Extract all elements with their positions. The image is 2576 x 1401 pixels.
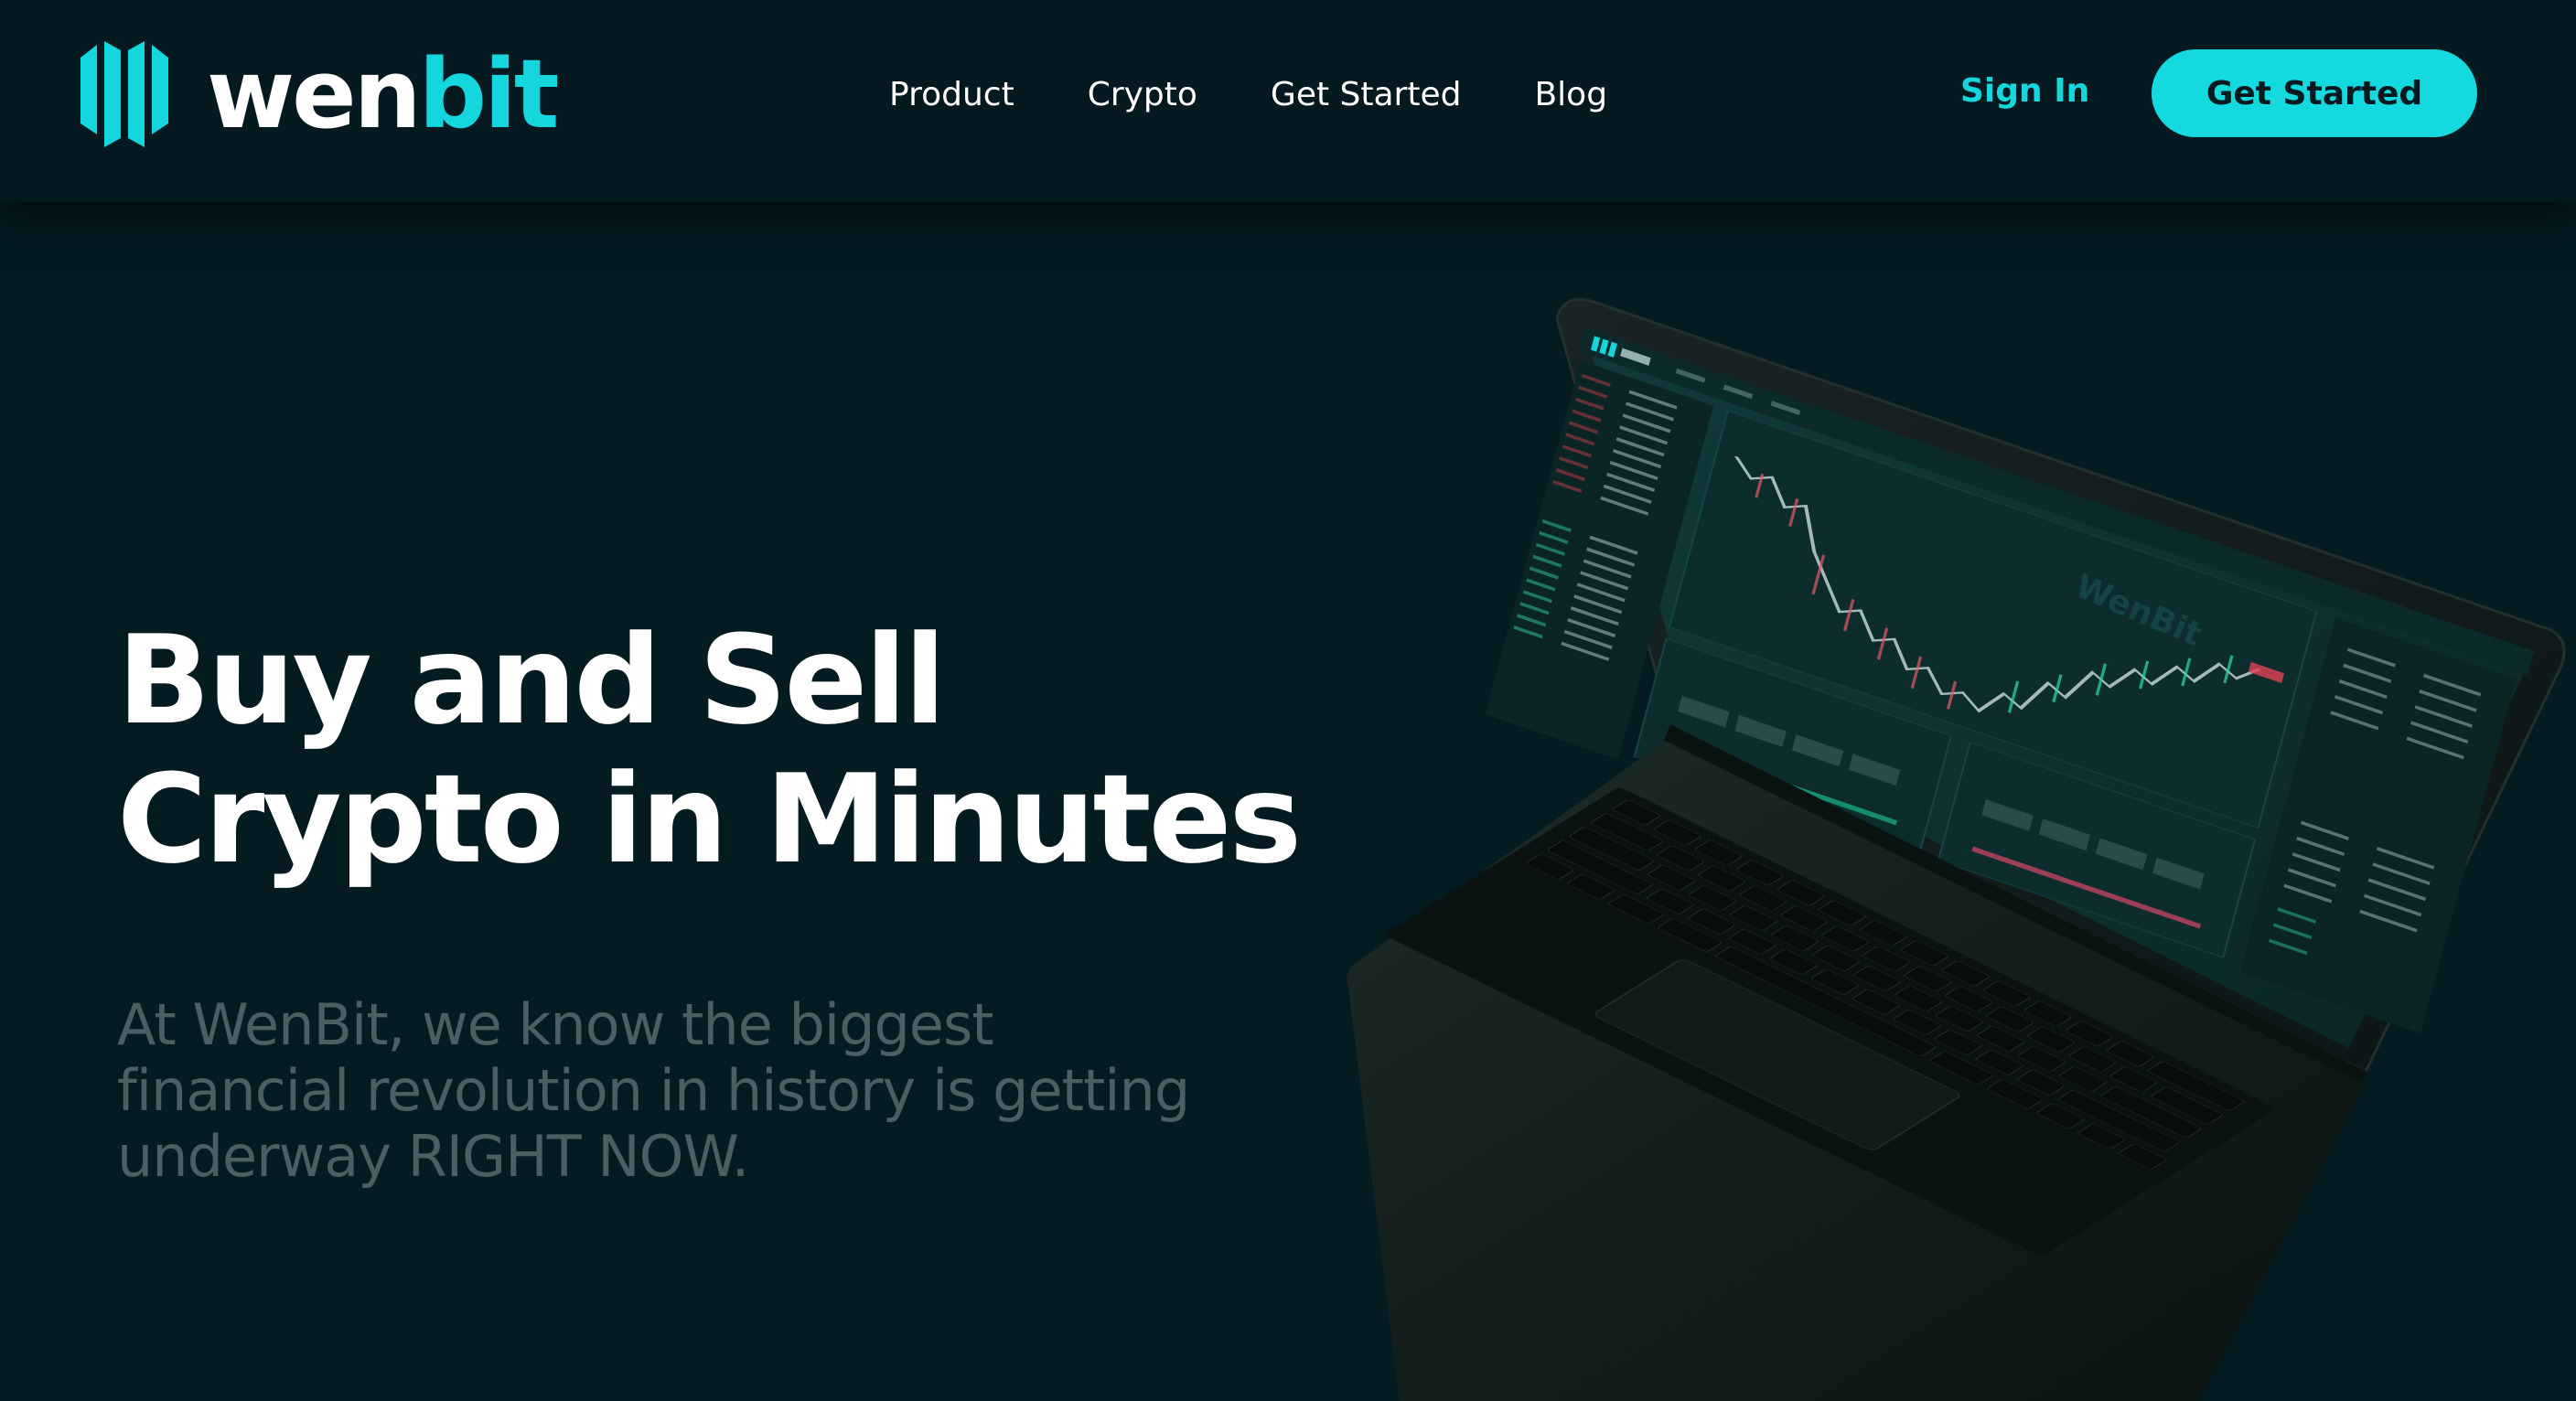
sign-in-link[interactable]: Sign In: [1960, 64, 2089, 119]
hero-title-line1: Buy and Sell: [117, 609, 946, 752]
hero-subtitle-line2: financial revolution in history is getti…: [117, 1057, 1190, 1124]
laptop-image: WenBit: [1347, 297, 2566, 1401]
brand-name-part2: bit: [418, 38, 560, 150]
hero-subtitle-line1: At WenBit, we know the biggest: [117, 991, 994, 1058]
hero-subtitle-line3: underway RIGHT NOW.: [117, 1123, 749, 1190]
brand-name-part1: wen: [207, 38, 422, 150]
nav-item-get-started[interactable]: Get Started: [1271, 68, 1462, 123]
hero-title: Buy and Sell Crypto in Minutes: [117, 611, 1306, 889]
get-started-button[interactable]: Get Started: [2152, 49, 2477, 137]
laptop-illustration: WenBit: [1345, 293, 2576, 1401]
hero-title-line2: Crypto in Minutes: [117, 748, 1302, 891]
site-header: wenbit Product Crypto Get Started Blog S…: [0, 0, 2576, 202]
brand-wordmark: wenbit: [207, 47, 559, 142]
brand-logo[interactable]: wenbit: [77, 37, 559, 152]
nav-item-blog[interactable]: Blog: [1534, 68, 1607, 123]
nav-item-crypto[interactable]: Crypto: [1088, 68, 1197, 123]
nav-item-product[interactable]: Product: [889, 68, 1014, 123]
main-nav: Product Crypto Get Started Blog: [889, 68, 1607, 123]
wenbit-logo-icon: [80, 41, 168, 147]
hero-subtitle: At WenBit, we know the biggest financial…: [117, 992, 1306, 1190]
